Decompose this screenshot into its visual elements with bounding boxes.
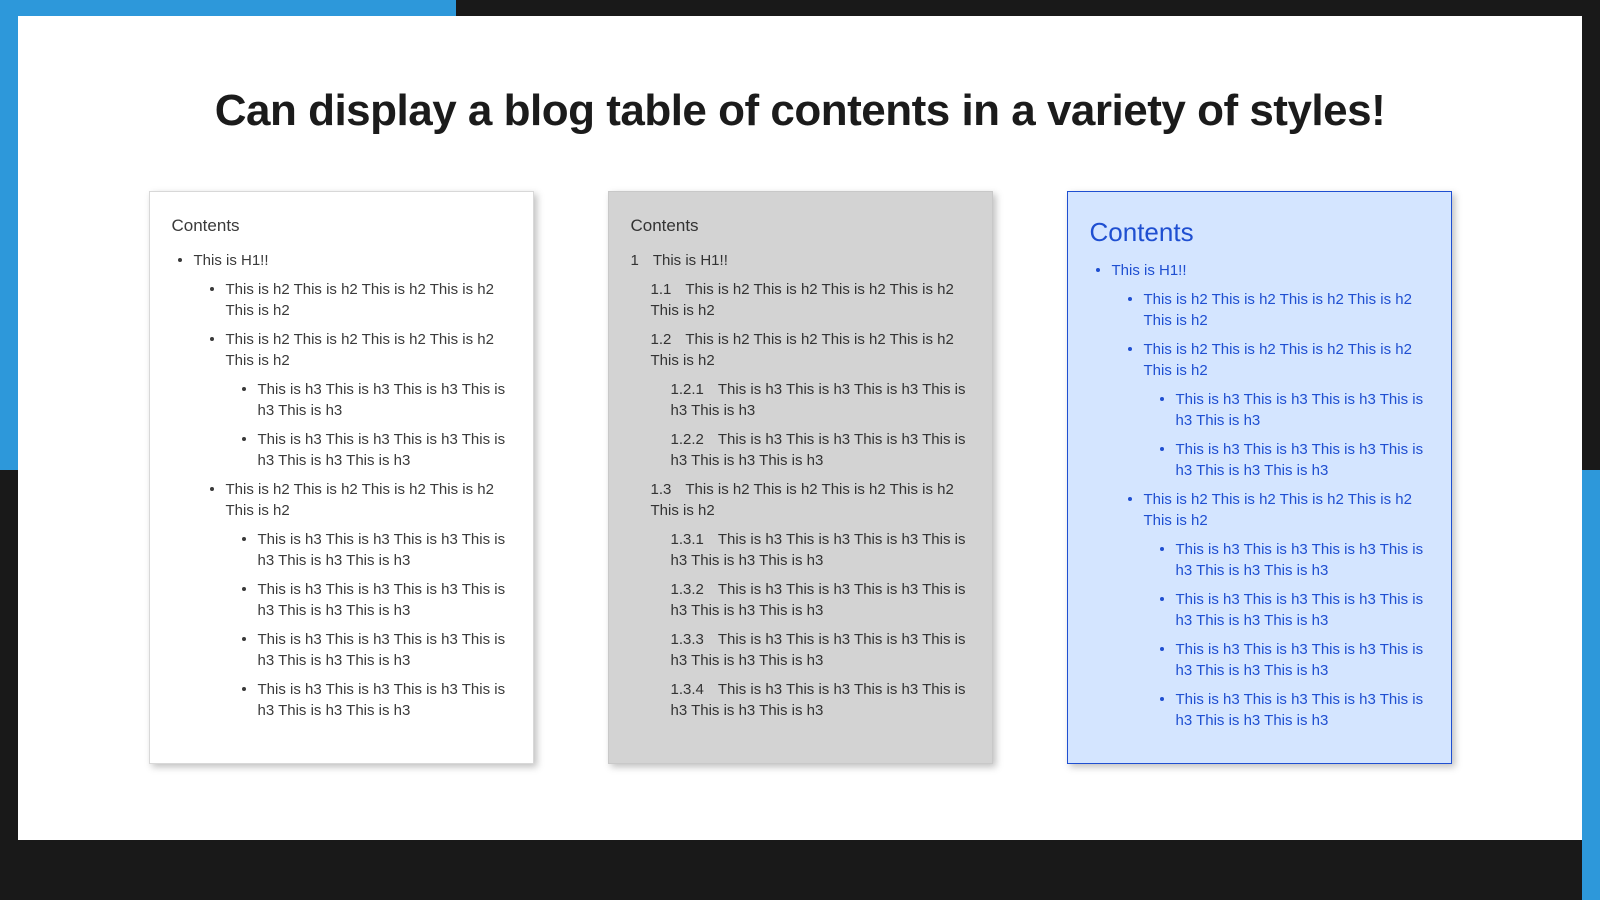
toc-item: This is h3 This is h3 This is h3 This is… xyxy=(254,579,511,621)
toc-number: 1.3 xyxy=(651,479,672,500)
toc-number: 1.2 xyxy=(651,329,672,350)
toc-number: 1.1 xyxy=(651,279,672,300)
toc-item: This is h3 This is h3 This is h3 This is… xyxy=(1172,639,1429,681)
toc-item: 1.3.3This is h3 This is h3 This is h3 Th… xyxy=(631,629,970,671)
toc-number: 1.3.1 xyxy=(671,529,704,550)
toc-link[interactable]: This is h2 This is h2 This is h2 This is… xyxy=(651,281,954,319)
toc-sublist: This is h2 This is h2 This is h2 This is… xyxy=(194,279,511,721)
toc-item: 1.3.4This is h3 This is h3 This is h3 Th… xyxy=(631,679,970,721)
slide-page: Can display a blog table of contents in … xyxy=(18,16,1582,840)
toc-link[interactable]: This is h3 This is h3 This is h3 This is… xyxy=(258,531,506,569)
toc-list: 1This is H1!!1.1This is h2 This is h2 Th… xyxy=(631,250,970,721)
toc-number: 1.2.1 xyxy=(671,379,704,400)
toc-link[interactable]: This is H1!! xyxy=(1112,262,1187,279)
toc-link[interactable]: This is h3 This is h3 This is h3 This is… xyxy=(671,431,966,469)
toc-link[interactable]: This is h2 This is h2 This is h2 This is… xyxy=(226,331,494,369)
toc-item: This is h2 This is h2 This is h2 This is… xyxy=(1140,339,1429,481)
toc-link[interactable]: This is h3 This is h3 This is h3 This is… xyxy=(258,431,506,469)
toc-number: 1 xyxy=(631,250,639,271)
toc-item: 1.2This is h2 This is h2 This is h2 This… xyxy=(631,329,970,371)
toc-sublist: This is h3 This is h3 This is h3 This is… xyxy=(1144,539,1429,731)
toc-item: This is h3 This is h3 This is h3 This is… xyxy=(254,679,511,721)
toc-link[interactable]: This is h2 This is h2 This is h2 This is… xyxy=(651,331,954,369)
toc-item: 1.1This is h2 This is h2 This is h2 This… xyxy=(631,279,970,321)
toc-link[interactable]: This is h3 This is h3 This is h3 This is… xyxy=(1176,591,1424,629)
toc-item: This is h2 This is h2 This is h2 This is… xyxy=(222,329,511,471)
toc-link[interactable]: This is h2 This is h2 This is h2 This is… xyxy=(226,481,494,519)
toc-link[interactable]: This is h2 This is h2 This is h2 This is… xyxy=(226,281,494,319)
toc-numbered-grey: Contents 1This is H1!!1.1This is h2 This… xyxy=(608,191,993,764)
toc-item: This is h3 This is h3 This is h3 This is… xyxy=(1172,689,1429,731)
toc-item: This is h3 This is h3 This is h3 This is… xyxy=(1172,539,1429,581)
toc-item: This is h3 This is h3 This is h3 This is… xyxy=(254,429,511,471)
toc-item: This is h2 This is h2 This is h2 This is… xyxy=(1140,289,1429,331)
toc-link[interactable]: This is h3 This is h3 This is h3 This is… xyxy=(671,581,966,619)
toc-sublist: This is h3 This is h3 This is h3 This is… xyxy=(1144,389,1429,481)
toc-heading: Contents xyxy=(1090,214,1429,250)
toc-link[interactable]: This is H1!! xyxy=(194,252,269,269)
toc-item: This is h3 This is h3 This is h3 This is… xyxy=(1172,589,1429,631)
toc-link[interactable]: This is h3 This is h3 This is h3 This is… xyxy=(258,681,506,719)
toc-item: This is H1!! This is h2 This is h2 This i… xyxy=(190,250,511,721)
toc-link[interactable]: This is h3 This is h3 This is h3 This is… xyxy=(1176,691,1424,729)
toc-list: This is H1!! This is h2 This is h2 This i… xyxy=(172,250,511,721)
toc-link[interactable]: This is h2 This is h2 This is h2 This is… xyxy=(1144,341,1412,379)
toc-link[interactable]: This is h3 This is h3 This is h3 This is… xyxy=(258,631,506,669)
toc-item: 1.2.1This is h3 This is h3 This is h3 Th… xyxy=(631,379,970,421)
accent-right-bar xyxy=(1582,470,1600,900)
toc-link[interactable]: This is h3 This is h3 This is h3 This is… xyxy=(258,381,506,419)
toc-link[interactable]: This is h3 This is h3 This is h3 This is… xyxy=(671,681,966,719)
toc-list: This is H1!! This is h2 This is h2 This i… xyxy=(1090,260,1429,731)
accent-left-bar xyxy=(0,0,18,470)
toc-number: 1.2.2 xyxy=(671,429,704,450)
toc-link[interactable]: This is h3 This is h3 This is h3 This is… xyxy=(671,631,966,669)
toc-bullet-blue: Contents This is H1!! This is h2 This is … xyxy=(1067,191,1452,764)
toc-link[interactable]: This is h3 This is h3 This is h3 This is… xyxy=(1176,441,1424,479)
toc-sublist: This is h3 This is h3 This is h3 This is… xyxy=(226,529,511,721)
toc-item: 1.3.1This is h3 This is h3 This is h3 Th… xyxy=(631,529,970,571)
toc-item: This is h2 This is h2 This is h2 This is… xyxy=(222,279,511,321)
toc-link[interactable]: This is h2 This is h2 This is h2 This is… xyxy=(651,481,954,519)
toc-link[interactable]: This is h3 This is h3 This is h3 This is… xyxy=(1176,641,1424,679)
toc-number: 1.3.3 xyxy=(671,629,704,650)
toc-link[interactable]: This is H1!! xyxy=(653,252,728,269)
toc-number: 1.3.2 xyxy=(671,579,704,600)
toc-number: 1.3.4 xyxy=(671,679,704,700)
toc-item: This is H1!! This is h2 This is h2 This i… xyxy=(1108,260,1429,731)
toc-item: 1.2.2This is h3 This is h3 This is h3 Th… xyxy=(631,429,970,471)
toc-item: This is h3 This is h3 This is h3 This is… xyxy=(254,629,511,671)
toc-heading: Contents xyxy=(631,214,970,238)
toc-link[interactable]: This is h3 This is h3 This is h3 This is… xyxy=(258,581,506,619)
toc-item: This is h2 This is h2 This is h2 This is… xyxy=(222,479,511,721)
toc-item: This is h3 This is h3 This is h3 This is… xyxy=(254,529,511,571)
toc-item: This is h3 This is h3 This is h3 This is… xyxy=(1172,439,1429,481)
toc-sublist: This is h3 This is h3 This is h3 This is… xyxy=(226,379,511,471)
toc-heading: Contents xyxy=(172,214,511,238)
toc-item: 1.3This is h2 This is h2 This is h2 This… xyxy=(631,479,970,521)
accent-top-bar xyxy=(0,0,456,16)
page-title: Can display a blog table of contents in … xyxy=(18,86,1582,136)
toc-item: This is h2 This is h2 This is h2 This is… xyxy=(1140,489,1429,731)
toc-sublist: This is h2 This is h2 This is h2 This is… xyxy=(1112,289,1429,731)
toc-item: This is h3 This is h3 This is h3 This is… xyxy=(254,379,511,421)
card-row: Contents This is H1!! This is h2 This is … xyxy=(18,191,1582,764)
toc-link[interactable]: This is h2 This is h2 This is h2 This is… xyxy=(1144,491,1412,529)
toc-link[interactable]: This is h2 This is h2 This is h2 This is… xyxy=(1144,291,1412,329)
toc-bullet-plain: Contents This is H1!! This is h2 This is … xyxy=(149,191,534,764)
toc-link[interactable]: This is h3 This is h3 This is h3 This is… xyxy=(671,381,966,419)
toc-link[interactable]: This is h3 This is h3 This is h3 This is… xyxy=(1176,391,1424,429)
toc-item: This is h3 This is h3 This is h3 This is… xyxy=(1172,389,1429,431)
toc-link[interactable]: This is h3 This is h3 This is h3 This is… xyxy=(1176,541,1424,579)
toc-item: 1.3.2This is h3 This is h3 This is h3 Th… xyxy=(631,579,970,621)
toc-item: 1 This is H1!! xyxy=(631,250,970,271)
toc-link[interactable]: This is h3 This is h3 This is h3 This is… xyxy=(671,531,966,569)
